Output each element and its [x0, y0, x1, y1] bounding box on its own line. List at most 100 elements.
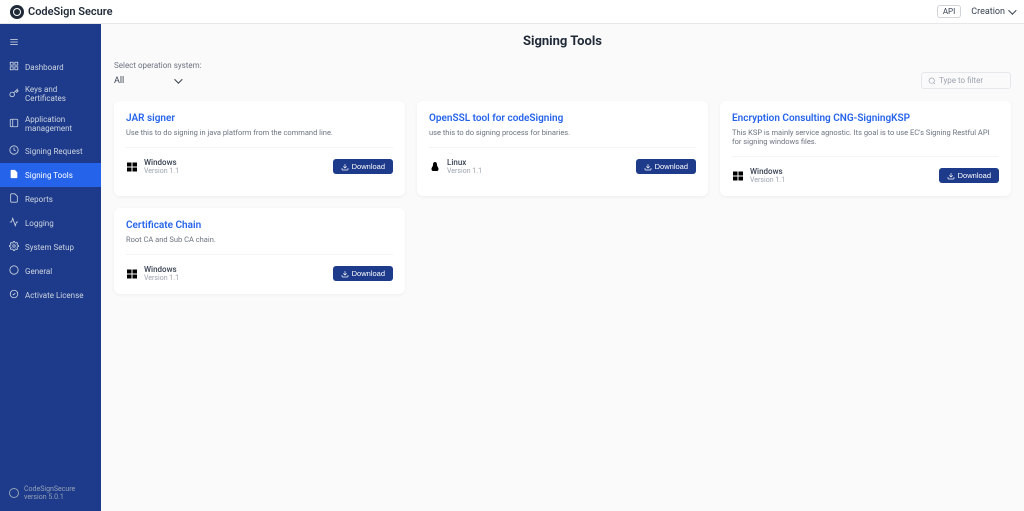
- tool-card: Encryption Consulting CNG-SigningKSP Thi…: [720, 101, 1011, 196]
- header-right: API Creation: [937, 5, 1014, 18]
- os-version: Version 1.1: [144, 274, 179, 282]
- download-icon: [341, 270, 349, 278]
- footer-app-name: CodeSignSecure: [24, 485, 75, 493]
- download-icon: [947, 172, 955, 180]
- card-description: Root CA and Sub CA chain.: [126, 235, 393, 255]
- card-footer: Linux Version 1.1 Download: [429, 158, 696, 175]
- card-footer: Windows Version 1.1 Download: [126, 158, 393, 175]
- license-icon: [9, 289, 19, 301]
- card-footer: Windows Version 1.1 Download: [732, 167, 999, 184]
- card-description: Use this to do signing in java platform …: [126, 128, 393, 148]
- sidebar-item-label: Activate License: [25, 291, 83, 300]
- request-icon: [9, 145, 19, 157]
- footer-logo-icon: [9, 488, 19, 498]
- main-content: Signing Tools Select operation system: A…: [101, 24, 1024, 511]
- os-version: Version 1.1: [144, 167, 179, 175]
- sidebar-item-label: Dashboard: [25, 63, 64, 72]
- tool-card: OpenSSL tool for codeSigning use this to…: [417, 101, 708, 196]
- sidebar-item-license[interactable]: Activate License: [0, 283, 101, 307]
- card-footer: Windows Version 1.1 Download: [126, 265, 393, 282]
- sidebar-item-reports[interactable]: Reports: [0, 187, 101, 211]
- os-filter-select[interactable]: All: [114, 73, 202, 89]
- dashboard-icon: [9, 61, 19, 73]
- filter-row: Select operation system: All Type to fil…: [114, 61, 1011, 89]
- windows-icon: [732, 170, 744, 182]
- sidebar-item-label: Signing Request: [25, 147, 83, 156]
- logo-area: CodeSign Secure: [10, 5, 113, 19]
- chevron-down-icon: [1008, 6, 1016, 14]
- chevron-down-icon: [174, 75, 182, 83]
- search-input[interactable]: Type to filter: [921, 72, 1011, 89]
- sidebar-item-request[interactable]: Signing Request: [0, 139, 101, 163]
- sidebar-item-label: Keys and Certificates: [25, 85, 92, 103]
- os-info: Linux Version 1.1: [429, 158, 482, 175]
- page-title: Signing Tools: [114, 34, 1011, 49]
- user-menu[interactable]: Creation: [971, 7, 1014, 17]
- sidebar-item-label: Logging: [25, 219, 54, 228]
- card-description: This KSP is mainly service agnostic. Its…: [732, 128, 999, 157]
- sidebar-item-label: General: [25, 267, 52, 276]
- search-placeholder: Type to filter: [939, 76, 983, 85]
- download-button[interactable]: Download: [333, 266, 393, 281]
- card-title[interactable]: Encryption Consulting CNG-SigningKSP: [732, 113, 999, 124]
- filter-value: All: [114, 76, 124, 86]
- app-name: CodeSign Secure: [28, 5, 113, 18]
- sidebar-item-label: Application management: [25, 115, 92, 133]
- download-label: Download: [352, 269, 385, 278]
- general-icon: [9, 265, 19, 277]
- download-label: Download: [958, 171, 991, 180]
- os-info: Windows Version 1.1: [126, 265, 179, 282]
- sidebar-item-key[interactable]: Keys and Certificates: [0, 79, 101, 109]
- tool-card: Certificate Chain Root CA and Sub CA cha…: [114, 208, 405, 294]
- download-button[interactable]: Download: [939, 168, 999, 183]
- sidebar-item-setup[interactable]: System Setup: [0, 235, 101, 259]
- sidebar-item-label: Reports: [25, 195, 53, 204]
- sidebar-item-dashboard[interactable]: Dashboard: [0, 55, 101, 79]
- download-button[interactable]: Download: [333, 159, 393, 174]
- apps-icon: [9, 118, 19, 130]
- user-name: Creation: [971, 7, 1005, 17]
- download-icon: [341, 163, 349, 171]
- setup-icon: [9, 241, 19, 253]
- footer-version: version 5.0.1: [24, 493, 75, 501]
- os-name: Windows: [144, 265, 179, 274]
- download-label: Download: [352, 162, 385, 171]
- card-description: use this to do signing process for binar…: [429, 128, 696, 148]
- cards-grid: JAR signer Use this to do signing in jav…: [114, 101, 1011, 294]
- sidebar-item-logging[interactable]: Logging: [0, 211, 101, 235]
- card-title[interactable]: Certificate Chain: [126, 220, 393, 231]
- os-info: Windows Version 1.1: [126, 158, 179, 175]
- os-name: Windows: [144, 158, 179, 167]
- sidebar-item-label: System Setup: [25, 243, 74, 252]
- tool-card: JAR signer Use this to do signing in jav…: [114, 101, 405, 196]
- logo-icon: [10, 5, 24, 19]
- top-header: CodeSign Secure API Creation: [0, 0, 1024, 24]
- sidebar: Dashboard Keys and Certificates Applicatio…: [0, 24, 101, 511]
- sidebar-item-label: Signing Tools: [25, 171, 73, 180]
- card-title[interactable]: OpenSSL tool for codeSigning: [429, 113, 696, 124]
- filter-label: Select operation system:: [114, 61, 202, 70]
- windows-icon: [126, 161, 138, 173]
- download-label: Download: [655, 162, 688, 171]
- search-icon: [928, 77, 936, 85]
- hamburger-menu[interactable]: [0, 32, 101, 55]
- sidebar-item-apps[interactable]: Application management: [0, 109, 101, 139]
- sidebar-footer: CodeSignSecure version 5.0.1: [0, 475, 101, 511]
- os-name: Windows: [750, 167, 785, 176]
- key-icon: [9, 88, 19, 100]
- reports-icon: [9, 193, 19, 205]
- os-version: Version 1.1: [750, 176, 785, 184]
- download-icon: [644, 163, 652, 171]
- api-badge[interactable]: API: [937, 5, 961, 18]
- sidebar-item-tools[interactable]: Signing Tools: [0, 163, 101, 187]
- card-title[interactable]: JAR signer: [126, 113, 393, 124]
- sidebar-item-general[interactable]: General: [0, 259, 101, 283]
- os-info: Windows Version 1.1: [732, 167, 785, 184]
- windows-icon: [126, 268, 138, 280]
- linux-icon: [429, 161, 441, 173]
- tools-icon: [9, 169, 19, 181]
- os-version: Version 1.1: [447, 167, 482, 175]
- download-button[interactable]: Download: [636, 159, 696, 174]
- logging-icon: [9, 217, 19, 229]
- os-name: Linux: [447, 158, 482, 167]
